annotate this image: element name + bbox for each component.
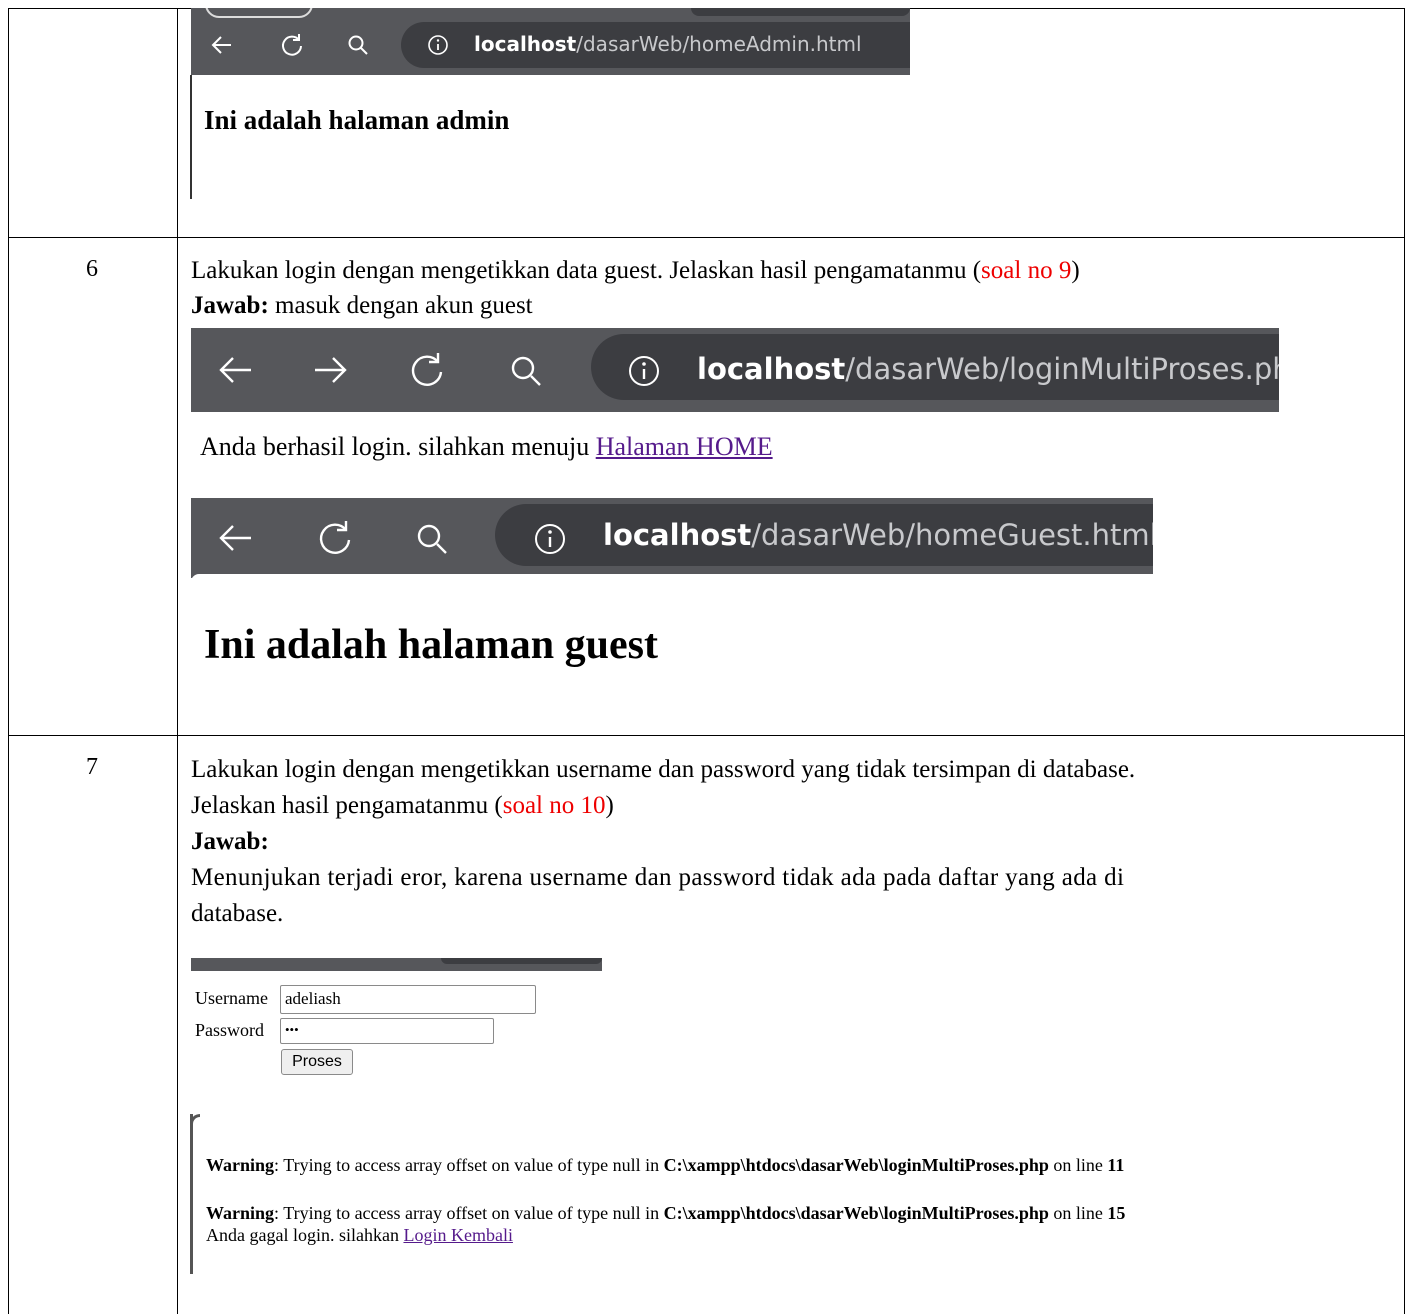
answer-label: Jawab: bbox=[191, 292, 269, 319]
table-right-border bbox=[1404, 8, 1405, 1314]
url-host: localhost bbox=[474, 32, 577, 56]
tab-fragment bbox=[205, 8, 313, 18]
home-link[interactable]: Halaman HOME bbox=[596, 432, 773, 461]
answer-line-1: Menunjukan terjadi eror, karena username… bbox=[191, 864, 1125, 891]
reload-icon[interactable] bbox=[407, 350, 447, 390]
warning-label: Warning bbox=[206, 1203, 275, 1223]
back-arrow-icon[interactable] bbox=[209, 32, 235, 58]
browser-bar-guest: localhost/dasarWeb/homeGuest.html bbox=[191, 498, 1153, 578]
row-number: 6 bbox=[86, 256, 98, 282]
answer-line: Jawab: masuk dengan akun guest bbox=[191, 290, 533, 322]
page-top-curve bbox=[191, 574, 1153, 582]
proses-button[interactable]: Proses bbox=[281, 1049, 353, 1075]
password-input[interactable]: ••• bbox=[280, 1018, 494, 1044]
login-again-link[interactable]: Login Kembali bbox=[403, 1225, 512, 1245]
search-icon[interactable] bbox=[415, 522, 449, 556]
message-text: Anda berhasil login. silahkan menuju bbox=[200, 432, 596, 461]
reload-icon[interactable] bbox=[315, 518, 355, 558]
url-path: /dasarWeb/loginMultiProses.php bbox=[845, 352, 1279, 386]
page-frame-edge bbox=[190, 75, 192, 199]
url-text-guest: localhost/dasarWeb/homeGuest.html bbox=[603, 518, 1153, 552]
answer-label: Jawab: bbox=[191, 828, 269, 855]
instruction-text: Lakukan login dengan mengetikkan data gu… bbox=[191, 255, 1080, 287]
url-host: localhost bbox=[697, 352, 846, 386]
username-input[interactable]: adeliash bbox=[280, 985, 536, 1014]
warning-label: Warning bbox=[206, 1155, 275, 1175]
back-arrow-icon[interactable] bbox=[215, 520, 255, 556]
username-label: Username bbox=[195, 988, 268, 1008]
warning-on-line: on line bbox=[1048, 1155, 1108, 1175]
back-arrow-icon[interactable] bbox=[215, 352, 255, 388]
info-icon[interactable] bbox=[627, 354, 661, 388]
table-left-border bbox=[8, 8, 9, 1314]
answer-line-2: database. bbox=[191, 900, 284, 927]
instruction-close: ) bbox=[605, 792, 614, 819]
instruction-line-1: Lakukan login dengan mengetikkan usernam… bbox=[191, 756, 1136, 783]
warning-on-line: on line bbox=[1048, 1203, 1108, 1223]
url-text-login: localhost/dasarWeb/loginMultiProses.php bbox=[697, 352, 1279, 386]
login-fail-message: Anda gagal login. silahkan Login Kembali bbox=[206, 1225, 513, 1246]
url-host: localhost bbox=[603, 518, 752, 552]
instruction-line-2: Jelaskan hasil pengamatanmu (soal no 10) bbox=[191, 790, 614, 822]
browser-bar-strip bbox=[191, 958, 602, 971]
info-icon[interactable] bbox=[427, 34, 449, 56]
login-success-message: Anda berhasil login. silahkan menuju Hal… bbox=[200, 431, 773, 463]
warning-path: C:\xampp\htdocs\dasarWeb\loginMultiProse… bbox=[663, 1155, 1049, 1175]
question-ref: soal no 10 bbox=[502, 792, 606, 819]
row-divider-2 bbox=[8, 735, 1405, 736]
page-heading-admin: Ini adalah halaman admin bbox=[204, 105, 510, 135]
browser-bar-admin: localhost/dasarWeb/homeAdmin.html bbox=[191, 8, 910, 75]
warning-line-2: Warning: Trying to access array offset o… bbox=[206, 1203, 1125, 1224]
warning-text: : Trying to access array offset on value… bbox=[274, 1155, 664, 1175]
instruction-main: Lakukan login dengan mengetikkan data gu… bbox=[191, 257, 982, 284]
search-icon[interactable] bbox=[347, 34, 369, 56]
warning-line-number: 11 bbox=[1107, 1155, 1125, 1175]
row-number: 7 bbox=[86, 754, 98, 780]
question-ref: soal no 9 bbox=[981, 257, 1072, 284]
output-frame-edge bbox=[190, 1114, 193, 1274]
url-path: /dasarWeb/homeAdmin.html bbox=[576, 32, 862, 56]
browser-bar-login: localhost/dasarWeb/loginMultiProses.php bbox=[191, 328, 1279, 412]
password-label: Password bbox=[195, 1020, 265, 1040]
info-icon[interactable] bbox=[533, 522, 567, 556]
tab-strip-dark bbox=[691, 8, 910, 16]
page-heading-guest: Ini adalah halaman guest bbox=[204, 622, 658, 668]
warning-text: : Trying to access array offset on value… bbox=[274, 1203, 664, 1223]
forward-arrow-icon[interactable] bbox=[311, 352, 351, 388]
warning-line-number: 15 bbox=[1107, 1203, 1126, 1223]
address-bar-fragment bbox=[441, 958, 602, 964]
warning-line-1: Warning: Trying to access array offset o… bbox=[206, 1155, 1124, 1176]
url-path: /dasarWeb/homeGuest.html bbox=[751, 518, 1153, 552]
warning-path: C:\xampp\htdocs\dasarWeb\loginMultiProse… bbox=[663, 1203, 1049, 1223]
instruction-close: ) bbox=[1071, 257, 1080, 284]
row-divider-1 bbox=[8, 237, 1405, 238]
search-icon[interactable] bbox=[509, 354, 543, 388]
table-col-divider bbox=[177, 8, 178, 1314]
instruction-main: Jelaskan hasil pengamatanmu ( bbox=[191, 792, 503, 819]
fail-text: Anda gagal login. silahkan bbox=[206, 1225, 404, 1245]
url-text-admin: localhost/dasarWeb/homeAdmin.html bbox=[474, 32, 862, 56]
answer-text: masuk dengan akun guest bbox=[268, 292, 533, 319]
reload-icon[interactable] bbox=[279, 32, 305, 58]
